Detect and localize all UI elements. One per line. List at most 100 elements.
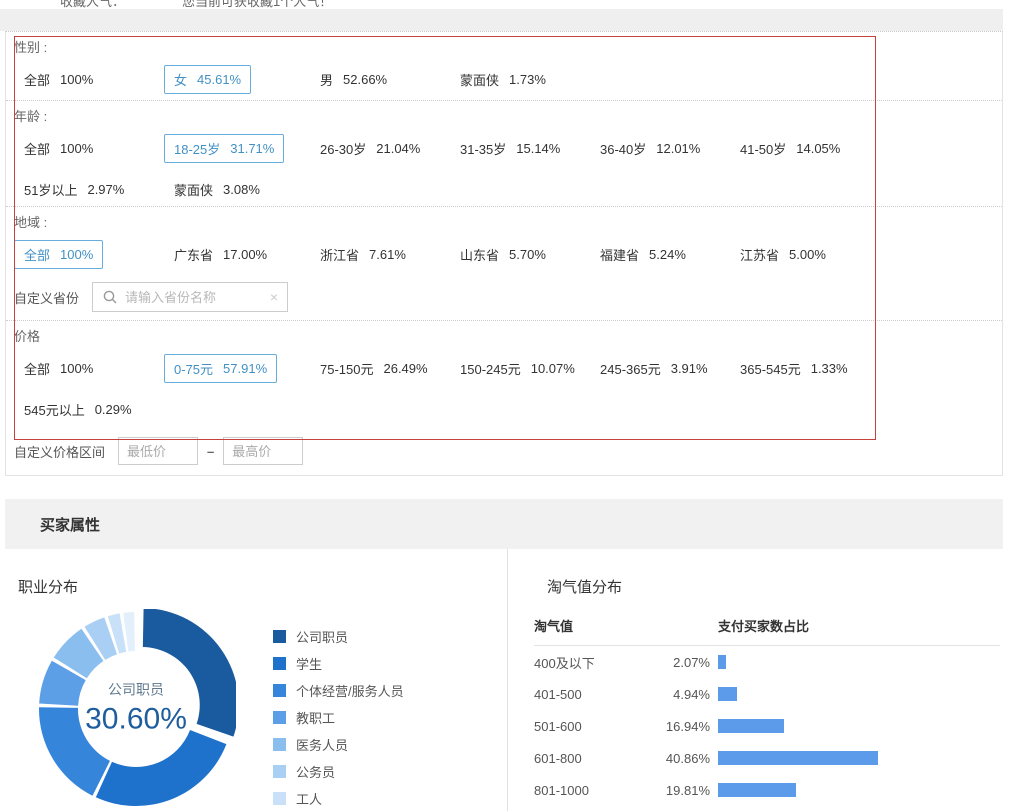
filter-option-price-75-150元[interactable]: 75-150元26.49% bbox=[310, 354, 438, 383]
filter-option-percent: 52.66% bbox=[343, 72, 387, 87]
filter-option-region-浙江省[interactable]: 浙江省7.61% bbox=[310, 240, 416, 269]
filter-option-region-山东省[interactable]: 山东省5.70% bbox=[450, 240, 556, 269]
filter-option-name: 18-25岁 bbox=[174, 139, 220, 158]
occupation-chart-title: 职业分布 bbox=[18, 576, 507, 597]
gray-band bbox=[0, 9, 1003, 31]
filter-option-name: 41-50岁 bbox=[740, 139, 786, 158]
taoqi-table-body: 400及以下2.07%401-5004.94%501-60016.94%601-… bbox=[534, 646, 1000, 811]
occupation-legend: 公司职员学生个体经营/服务人员教职工医务人员公务员工人 bbox=[273, 623, 404, 811]
occupation-chart-panel: 职业分布 公司职员 30.60% 公司职员学生个体经营/服务人员教职工医务人员公… bbox=[5, 549, 508, 811]
filter-option-age-18-25岁[interactable]: 18-25岁31.71% bbox=[164, 134, 284, 163]
taoqi-percent-label: 2.07% bbox=[646, 655, 710, 670]
clear-icon[interactable]: × bbox=[270, 290, 278, 304]
taoqi-range-label: 601-800 bbox=[534, 751, 646, 766]
filter-option-percent: 1.33% bbox=[811, 361, 848, 376]
filter-option-name: 男 bbox=[320, 70, 333, 89]
custom-province-label: 自定义省份 bbox=[14, 288, 79, 307]
filter-option-price-545元以上[interactable]: 545元以上0.29% bbox=[14, 395, 142, 424]
filter-section-gender: 性别 : 全部100%女45.61%男52.66%蒙面侠1.73% bbox=[6, 32, 1002, 101]
filter-option-name: 全部 bbox=[24, 70, 50, 89]
legend-label: 公司职员 bbox=[296, 627, 348, 646]
search-icon bbox=[103, 290, 117, 304]
filter-option-percent: 100% bbox=[60, 141, 93, 156]
taoqi-col-header-share: 支付买家数占比 bbox=[718, 616, 809, 635]
legend-item-学生: 学生 bbox=[273, 650, 404, 677]
filter-option-name: 浙江省 bbox=[320, 245, 359, 264]
filter-option-price-全部[interactable]: 全部100% bbox=[14, 354, 103, 383]
filter-option-name: 江苏省 bbox=[740, 245, 779, 264]
price-section-label: 价格 bbox=[14, 329, 1002, 345]
filter-option-name: 0-75元 bbox=[174, 359, 213, 378]
custom-province-row: 自定义省份 × bbox=[14, 282, 1002, 312]
legend-swatch bbox=[273, 630, 286, 643]
range-dash: – bbox=[207, 444, 214, 459]
filter-option-name: 31-35岁 bbox=[460, 139, 506, 158]
filter-option-percent: 100% bbox=[60, 72, 93, 87]
filter-option-gender-男[interactable]: 男 52.66% bbox=[310, 65, 397, 94]
filter-option-name: 545元以上 bbox=[24, 400, 85, 419]
legend-item-教职工: 教职工 bbox=[273, 704, 404, 731]
filter-option-price-0-75元[interactable]: 0-75元57.91% bbox=[164, 354, 277, 383]
taoqi-bar bbox=[718, 751, 878, 765]
filter-option-price-365-545元[interactable]: 365-545元 1.33% bbox=[730, 354, 858, 383]
filter-option-name: 全部 bbox=[24, 245, 50, 264]
filter-option-age-蒙面侠[interactable]: 蒙面侠3.08% bbox=[164, 175, 270, 204]
filter-option-name: 245-365元 bbox=[600, 359, 661, 378]
filter-option-age-36-40岁[interactable]: 36-40岁12.01% bbox=[590, 134, 710, 163]
legend-label: 医务人员 bbox=[296, 735, 348, 754]
province-search-box[interactable]: × bbox=[92, 282, 288, 312]
province-search-input[interactable] bbox=[125, 290, 261, 305]
filter-option-region-全部[interactable]: 全部 100% bbox=[14, 240, 103, 269]
filter-option-percent: 17.00% bbox=[223, 247, 267, 262]
filter-option-gender-蒙面侠[interactable]: 蒙面侠1.73% bbox=[450, 65, 556, 94]
filter-option-age-26-30岁[interactable]: 26-30岁21.04% bbox=[310, 134, 430, 163]
filter-panel: 性别 : 全部100%女45.61%男52.66%蒙面侠1.73% 年龄 : 全… bbox=[5, 31, 1003, 476]
region-section-label: 地域 : bbox=[14, 215, 1002, 231]
filter-option-age-51岁以上[interactable]: 51岁以上 2.97% bbox=[14, 175, 134, 204]
filter-option-percent: 100% bbox=[60, 247, 93, 262]
filter-option-gender-女[interactable]: 女45.61% bbox=[164, 65, 251, 94]
filter-option-name: 51岁以上 bbox=[24, 180, 77, 199]
filter-option-percent: 5.24% bbox=[649, 247, 686, 262]
legend-label: 公务员 bbox=[296, 762, 335, 781]
donut-center-label: 公司职员 bbox=[85, 679, 187, 699]
charts-area: 职业分布 公司职员 30.60% 公司职员学生个体经营/服务人员教职工医务人员公… bbox=[5, 549, 1014, 811]
legend-item-公务员: 公务员 bbox=[273, 758, 404, 785]
taoqi-range-label: 400及以下 bbox=[534, 653, 646, 672]
taoqi-row-401-500: 401-5004.94% bbox=[534, 678, 1000, 710]
legend-label: 学生 bbox=[296, 654, 322, 673]
legend-item-个体经营/服务人员: 个体经营/服务人员 bbox=[273, 677, 404, 704]
legend-swatch bbox=[273, 738, 286, 751]
filter-option-price-150-245元[interactable]: 150-245元10.07% bbox=[450, 354, 585, 383]
filter-option-name: 蒙面侠 bbox=[174, 180, 213, 199]
taoqi-bar bbox=[718, 687, 737, 701]
taoqi-percent-label: 4.94% bbox=[646, 687, 710, 702]
filter-option-gender-全部[interactable]: 全部 100% bbox=[14, 65, 103, 94]
occupation-donut-row: 公司职员 30.60% 公司职员学生个体经营/服务人员教职工医务人员公务员工人 bbox=[5, 609, 507, 811]
filter-section-price: 价格 全部100% 0-75元57.91% 75-150元26.49% 150-245… bbox=[6, 321, 1002, 475]
filter-option-name: 蒙面侠 bbox=[460, 70, 499, 89]
age-options: 全部 100% 18-25岁31.71% 26-30岁21.04% 31-35岁15.1… bbox=[14, 134, 1002, 204]
taoqi-chart-title: 淘气值分布 bbox=[547, 576, 1000, 597]
filter-option-region-福建省[interactable]: 福建省5.24% bbox=[590, 240, 696, 269]
min-price-input[interactable] bbox=[118, 437, 198, 465]
filter-option-percent: 2.97% bbox=[87, 182, 124, 197]
taoqi-row-400及以下: 400及以下2.07% bbox=[534, 646, 1000, 678]
filter-option-age-41-50岁[interactable]: 41-50岁14.05% bbox=[730, 134, 850, 163]
max-price-input[interactable] bbox=[223, 437, 303, 465]
filter-option-percent: 5.00% bbox=[789, 247, 826, 262]
filter-option-price-245-365元[interactable]: 245-365元3.91% bbox=[590, 354, 718, 383]
filter-option-region-广东省[interactable]: 广东省17.00% bbox=[164, 240, 277, 269]
filter-option-percent: 100% bbox=[60, 361, 93, 376]
filter-option-region-江苏省[interactable]: 江苏省 5.00% bbox=[730, 240, 836, 269]
price-options: 全部100% 0-75元57.91% 75-150元26.49% 150-245元10… bbox=[14, 354, 1002, 424]
filter-option-age-全部[interactable]: 全部 100% bbox=[14, 134, 103, 163]
filter-option-age-31-35岁[interactable]: 31-35岁15.14% bbox=[450, 134, 570, 163]
filter-option-name: 全部 bbox=[24, 139, 50, 158]
legend-swatch bbox=[273, 684, 286, 697]
taoqi-range-label: 801-1000 bbox=[534, 783, 646, 798]
filter-option-percent: 5.70% bbox=[509, 247, 546, 262]
filter-option-name: 365-545元 bbox=[740, 359, 801, 378]
taoqi-percent-label: 40.86% bbox=[646, 751, 710, 766]
taoqi-row-501-600: 501-60016.94% bbox=[534, 710, 1000, 742]
